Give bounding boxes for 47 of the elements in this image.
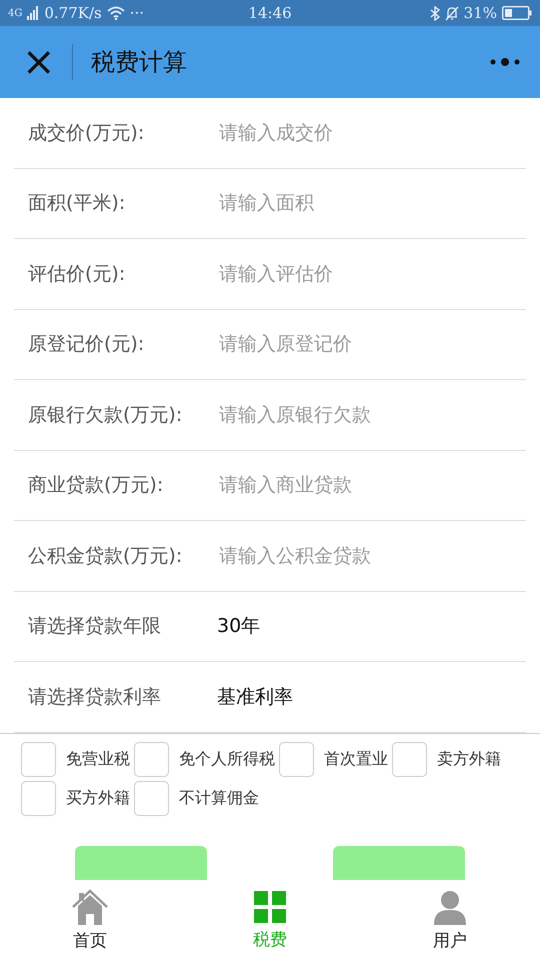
checkbox[interactable]: [279, 742, 314, 776]
clock: 14:46: [248, 4, 292, 22]
network-type: 4G: [8, 8, 22, 18]
wifi-icon: [106, 6, 125, 20]
checkbox[interactable]: [392, 742, 427, 776]
picker-value[interactable]: 基准利率: [217, 684, 293, 710]
checkbox-label: 不计算佣金: [179, 788, 259, 808]
input-field[interactable]: 请输入评估价: [217, 262, 526, 286]
input-field[interactable]: 请输入面积: [217, 191, 526, 216]
signal-icon: [27, 6, 40, 20]
more-indicator: ···: [130, 4, 144, 22]
input-field[interactable]: 请输入原登记价: [217, 332, 526, 356]
checkbox-label: 免营业税: [66, 748, 130, 770]
checkbox-label: 卖方外籍: [437, 748, 501, 770]
checkbox[interactable]: [21, 742, 56, 776]
input-field[interactable]: 请输入成交价: [217, 120, 526, 145]
bell-off-icon: [444, 6, 459, 20]
battery-icon: [502, 6, 532, 20]
field-label: 请选择贷款利率: [28, 684, 162, 710]
input-field[interactable]: 请输入原银行欠款: [217, 402, 526, 427]
picker-value[interactable]: 30年: [217, 613, 260, 640]
input-field[interactable]: 请输入商业贷款: [217, 473, 526, 498]
checkbox-label: 买方外籍: [66, 788, 130, 808]
input-field[interactable]: 请输入公积金贷款: [217, 544, 526, 568]
field-label: 面积(平米):: [28, 191, 126, 216]
checkbox[interactable]: [21, 780, 56, 816]
tab-item[interactable]: 首页: [0, 880, 180, 960]
field-label: 商业贷款(万元):: [28, 473, 164, 498]
field-label: 原银行欠款(万元):: [28, 402, 184, 428]
field-label: 公积金贷款(万元):: [28, 544, 184, 569]
battery-percent: 31%: [464, 4, 498, 22]
field-label: 评估价(元):: [28, 262, 126, 287]
home-icon: [71, 888, 109, 924]
tab-item[interactable]: 用户: [360, 880, 540, 960]
bluetooth-icon: [430, 6, 440, 20]
field-label: 原登记价(元):: [28, 332, 146, 358]
field-label: 请选择贷款年限: [28, 614, 162, 640]
page-title: 税费计算: [91, 47, 188, 78]
checkbox-label: 首次置业: [324, 748, 388, 770]
checkbox[interactable]: [134, 780, 169, 816]
user-icon: [432, 888, 468, 924]
checkbox-label: 免个人所得税: [179, 748, 275, 770]
close-button[interactable]: ×: [22, 42, 52, 82]
field-label: 成交价(万元):: [28, 120, 146, 146]
checkbox[interactable]: [134, 742, 169, 776]
grid-icon: [253, 890, 287, 924]
network-speed: 0.77K/s: [44, 4, 102, 22]
